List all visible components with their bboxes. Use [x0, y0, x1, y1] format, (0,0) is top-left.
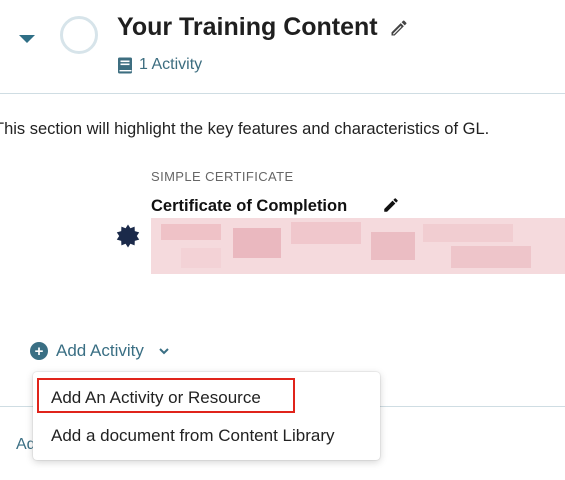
section-title: Your Training Content: [117, 13, 378, 41]
menu-item-add-document-from-library[interactable]: Add a document from Content Library: [51, 426, 334, 446]
badge-icon: [116, 224, 140, 248]
pencil-icon[interactable]: [388, 18, 410, 38]
activity-count: 1 Activity: [117, 54, 202, 76]
chevron-down-icon: [19, 35, 35, 43]
section-description: This section will highlight the key feat…: [0, 120, 490, 138]
highlight-box: [37, 378, 295, 413]
add-activity-button[interactable]: + Add Activity: [30, 338, 170, 364]
add-activity-label: Add Activity: [56, 341, 144, 360]
pencil-icon[interactable]: [381, 196, 401, 214]
book-icon: [118, 57, 132, 73]
divider: [0, 93, 565, 94]
certificate-type-label: SIMPLE CERTIFICATE: [151, 169, 294, 184]
chevron-down-icon: [159, 348, 169, 355]
plus-circle-icon: +: [30, 342, 48, 360]
certificate-name[interactable]: Certificate of Completion: [151, 195, 347, 217]
progress-circle-icon[interactable]: [60, 16, 98, 54]
activity-count-label: 1 Activity: [139, 56, 203, 73]
collapse-section-button[interactable]: [14, 28, 40, 48]
redacted-content: [151, 218, 565, 274]
